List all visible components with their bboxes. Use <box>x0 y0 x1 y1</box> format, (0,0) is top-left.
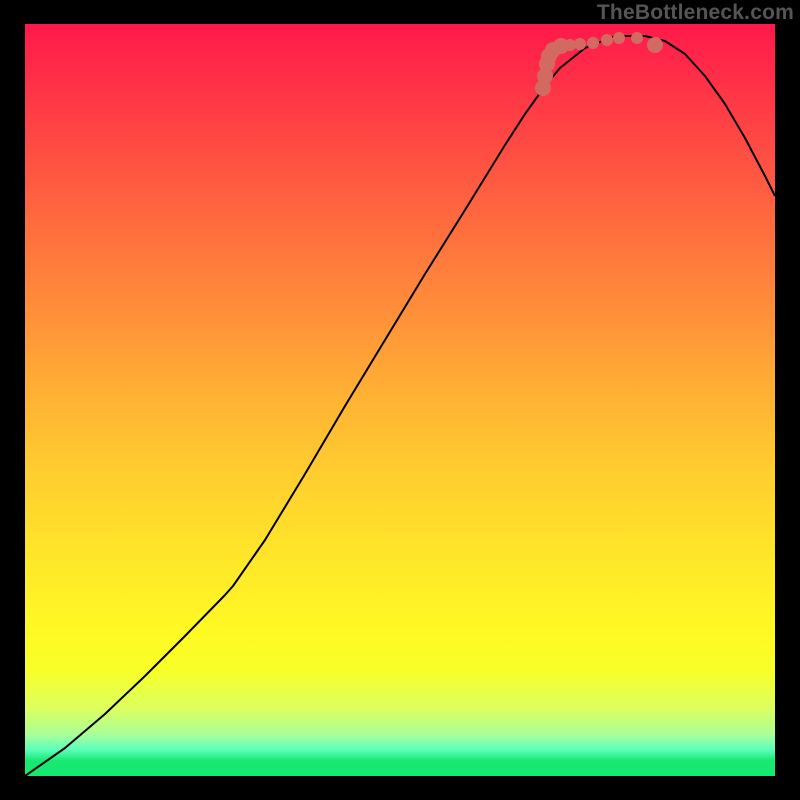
chart-svg-layer <box>25 24 775 776</box>
marker-dot <box>574 38 586 50</box>
marker-dot <box>631 32 643 44</box>
marker-dot <box>601 34 613 46</box>
marker-dot <box>613 32 625 44</box>
bottleneck-curve <box>25 36 775 776</box>
chart-frame: TheBottleneck.com <box>0 0 800 800</box>
attribution-text: TheBottleneck.com <box>597 1 794 25</box>
plot-area <box>25 24 775 776</box>
marker-dot <box>647 37 663 53</box>
marker-dot <box>587 37 599 49</box>
